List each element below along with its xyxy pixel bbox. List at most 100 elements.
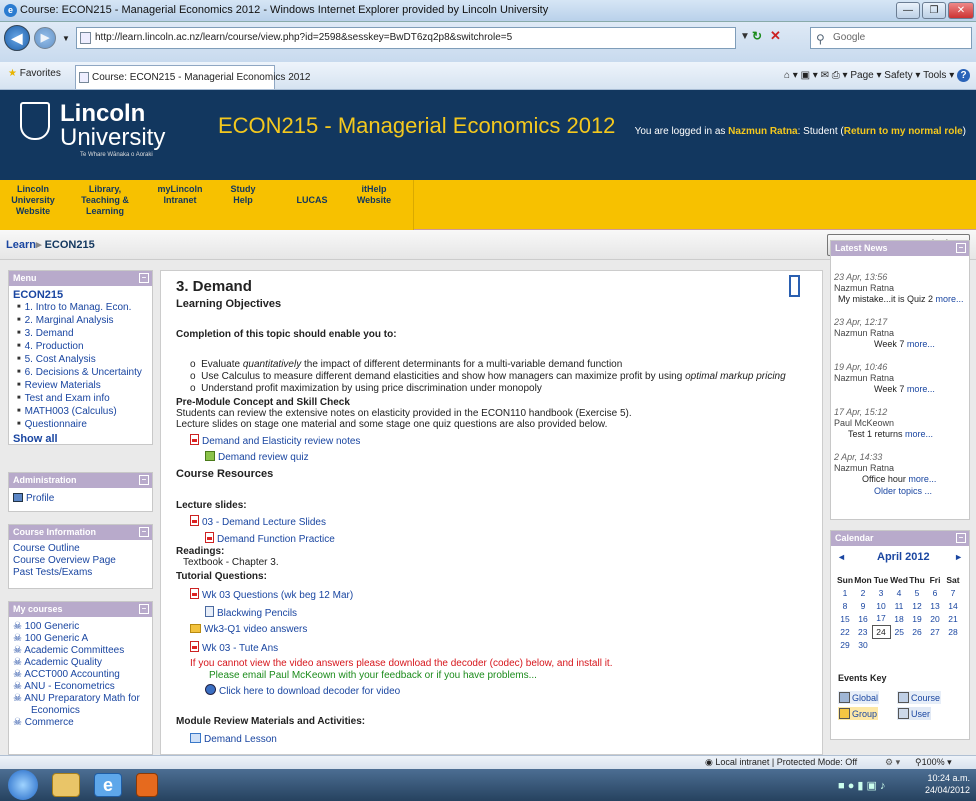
breadcrumb-learn[interactable]: Learn bbox=[6, 239, 36, 251]
calendar-next-button[interactable]: ► bbox=[954, 552, 963, 562]
nav-library[interactable]: Library, Teaching & Learning bbox=[70, 184, 140, 217]
function-practice-link[interactable]: Demand Function Practice bbox=[205, 532, 335, 546]
taskbar: e ■ ● ▮ ▣ ♪ 10:24 a.m. 24/04/2012 bbox=[0, 769, 976, 801]
events-key-global[interactable]: Global bbox=[838, 691, 880, 704]
menu-item[interactable]: MATH003 (Calculus) bbox=[13, 405, 148, 418]
video-answers-link[interactable]: Wk3-Q1 video answers bbox=[190, 624, 307, 636]
page-menu[interactable]: Page bbox=[850, 70, 873, 81]
url-input[interactable]: http://learn.lincoln.ac.nz/learn/course/… bbox=[76, 27, 736, 49]
collapse-icon[interactable]: – bbox=[139, 475, 149, 485]
mail-icon[interactable]: ✉ bbox=[821, 70, 829, 81]
events-key-user[interactable]: User bbox=[897, 707, 932, 720]
course-item-continued[interactable]: Economics bbox=[13, 705, 148, 717]
menu-item[interactable]: 3. Demand bbox=[13, 327, 148, 340]
menu-item[interactable]: 4. Production bbox=[13, 340, 148, 353]
events-key-course[interactable]: Course bbox=[897, 691, 942, 704]
zoom-control[interactable]: ⚲100% ▾ bbox=[915, 757, 952, 768]
course-item[interactable]: ☠ Academic Committees bbox=[13, 645, 148, 657]
search-input[interactable]: ⚲ Google bbox=[810, 27, 972, 49]
stop-icon[interactable]: ✕ bbox=[770, 28, 781, 44]
menu-course-link[interactable]: ECON215 bbox=[9, 286, 152, 301]
tute-ans-link[interactable]: Wk 03 - Tute Ans bbox=[190, 641, 278, 655]
profile-link[interactable]: Profile bbox=[9, 488, 152, 509]
news-more-link[interactable]: more... bbox=[907, 339, 935, 349]
tab-page-icon bbox=[79, 72, 89, 83]
search-icon: ⚲ bbox=[816, 32, 825, 46]
zone-indicator[interactable]: ◉ Local intranet | Protected Mode: Off bbox=[705, 757, 857, 768]
wk03-questions-link[interactable]: Wk 03 Questions (wk beg 12 Mar) bbox=[190, 588, 353, 602]
nav-study-help[interactable]: Study Help bbox=[228, 184, 258, 206]
return-role-link[interactable]: Return to my normal role bbox=[844, 126, 963, 137]
course-item[interactable]: ☠ ANU Preparatory Math for bbox=[13, 693, 148, 705]
print-icon[interactable]: ⎙ bbox=[832, 70, 840, 81]
past-tests-link[interactable]: Past Tests/Exams bbox=[13, 567, 148, 579]
events-key-group[interactable]: Group bbox=[838, 707, 879, 720]
address-dropdown-icon[interactable]: ▼ bbox=[740, 31, 750, 42]
ie-taskbar-icon[interactable]: e bbox=[94, 773, 122, 797]
tools-menu[interactable]: Tools bbox=[923, 70, 946, 81]
back-button[interactable]: ◀ bbox=[4, 25, 30, 51]
review-quiz-link[interactable]: Demand review quiz bbox=[205, 451, 309, 464]
menu-item[interactable]: Questionnaire bbox=[13, 418, 148, 431]
calendar-month[interactable]: April 2012 bbox=[877, 551, 930, 563]
app-taskbar-icon[interactable] bbox=[136, 773, 158, 797]
favorites-button[interactable]: ★ Favorites bbox=[8, 68, 61, 79]
clock[interactable]: 10:24 a.m. 24/04/2012 bbox=[925, 772, 970, 796]
course-item[interactable]: ☠ ACCT000 Accounting bbox=[13, 669, 148, 681]
history-dropdown-icon[interactable]: ▼ bbox=[62, 34, 70, 43]
nav-mylincoln[interactable]: myLincoln Intranet bbox=[155, 184, 205, 206]
pdf-icon bbox=[190, 434, 199, 445]
section-title: 3. Demand bbox=[176, 278, 252, 295]
lecture-slides-link[interactable]: 03 - Demand Lecture Slides bbox=[190, 515, 326, 529]
browser-tab[interactable]: Course: ECON215 - Managerial Economics 2… bbox=[75, 65, 310, 89]
nav-lincoln-website[interactable]: Lincoln University Website bbox=[10, 184, 56, 217]
news-more-link[interactable]: more... bbox=[907, 384, 935, 394]
news-more-link[interactable]: more... bbox=[936, 294, 964, 304]
news-more-link[interactable]: more... bbox=[908, 474, 936, 484]
home-icon[interactable]: ⌂ bbox=[784, 70, 790, 81]
course-item[interactable]: ☠ Commerce bbox=[13, 717, 148, 729]
course-item[interactable]: ☠ ANU - Econometrics bbox=[13, 681, 148, 693]
collapse-icon[interactable]: – bbox=[139, 527, 149, 537]
feeds-icon[interactable]: ▣ bbox=[801, 70, 810, 81]
collapse-icon[interactable]: – bbox=[956, 533, 966, 543]
course-item[interactable]: ☠ 100 Generic A bbox=[13, 633, 148, 645]
menu-item[interactable]: 1. Intro to Manag. Econ. bbox=[13, 301, 148, 314]
refresh-icon[interactable]: ↻ bbox=[752, 29, 762, 43]
menu-item[interactable]: Test and Exam info bbox=[13, 392, 148, 405]
course-item[interactable]: ☠ Academic Quality bbox=[13, 657, 148, 669]
user-name-link[interactable]: Nazmun Ratna bbox=[728, 126, 797, 137]
safety-menu[interactable]: Safety bbox=[884, 70, 912, 81]
collapse-icon[interactable]: – bbox=[956, 243, 966, 253]
menu-item[interactable]: 5. Cost Analysis bbox=[13, 353, 148, 366]
move-section-icon[interactable] bbox=[789, 275, 800, 297]
course-outline-link[interactable]: Course Outline bbox=[13, 543, 148, 555]
course-overview-link[interactable]: Course Overview Page bbox=[13, 555, 148, 567]
show-all-link[interactable]: Show all bbox=[9, 433, 152, 445]
help-icon[interactable]: ? bbox=[957, 69, 970, 82]
forward-button[interactable]: ▶ bbox=[34, 27, 56, 49]
menu-item[interactable]: 2. Marginal Analysis bbox=[13, 314, 148, 327]
demand-lesson-link[interactable]: Demand Lesson bbox=[190, 733, 277, 746]
calendar-prev-button[interactable]: ◄ bbox=[837, 552, 846, 562]
minimize-button[interactable]: — bbox=[896, 2, 920, 19]
nav-ithelp[interactable]: itHelp Website bbox=[352, 184, 396, 206]
download-decoder-link[interactable]: Click here to download decoder for video bbox=[205, 684, 400, 698]
blackwing-link[interactable]: Blackwing Pencils bbox=[205, 606, 297, 620]
calendar-day: 9 bbox=[860, 600, 866, 611]
elasticity-notes-link[interactable]: Demand and Elasticity review notes bbox=[190, 434, 360, 448]
protected-mode-icon[interactable]: ⚙ ▾ bbox=[885, 757, 900, 768]
course-item[interactable]: ☠ 100 Generic bbox=[13, 621, 148, 633]
nav-lucas[interactable]: LUCAS bbox=[292, 195, 332, 206]
start-button[interactable] bbox=[8, 770, 38, 800]
tray-icons[interactable]: ■ ● ▮ ▣ ♪ bbox=[838, 779, 885, 792]
collapse-icon[interactable]: – bbox=[139, 604, 149, 614]
older-topics-link[interactable]: Older topics ... bbox=[834, 486, 968, 497]
explorer-taskbar-icon[interactable] bbox=[52, 773, 80, 797]
close-button[interactable]: ✕ bbox=[948, 2, 974, 19]
maximize-button[interactable]: ❐ bbox=[922, 2, 946, 19]
menu-item[interactable]: 6. Decisions & Uncertainty bbox=[13, 366, 148, 379]
news-more-link[interactable]: more... bbox=[905, 429, 933, 439]
menu-item[interactable]: Review Materials bbox=[13, 379, 148, 392]
collapse-icon[interactable]: – bbox=[139, 273, 149, 283]
